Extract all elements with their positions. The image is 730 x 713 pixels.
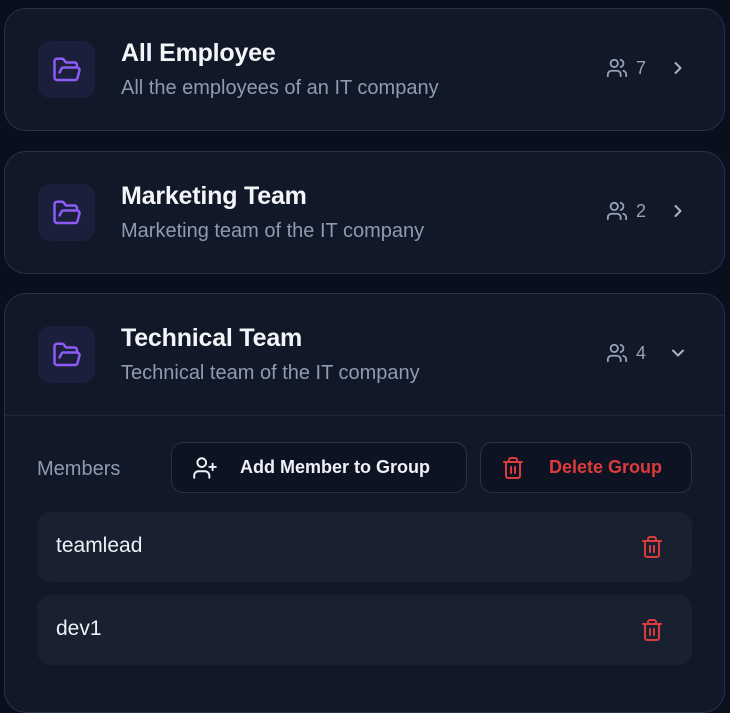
chevron-right-icon[interactable] xyxy=(668,201,688,221)
group-description: Marketing team of the IT company xyxy=(121,220,425,242)
members-label: Members xyxy=(37,458,121,480)
users-icon xyxy=(606,57,628,79)
group-card-all-employee[interactable]: All Employee All the employees of an IT … xyxy=(4,8,725,131)
users-icon xyxy=(606,342,628,364)
member-count: 7 xyxy=(606,57,646,79)
group-card-header[interactable]: Technical Team Technical team of the IT … xyxy=(5,294,724,415)
folder-open-icon xyxy=(38,41,95,98)
delete-group-button-label: Delete Group xyxy=(549,457,663,477)
chevron-down-icon[interactable] xyxy=(668,343,688,363)
users-icon xyxy=(606,200,628,222)
member-count: 2 xyxy=(606,200,646,222)
group-card-technical-team[interactable]: Technical Team Technical team of the IT … xyxy=(4,293,725,713)
add-member-button-label: Add Member to Group xyxy=(240,457,430,477)
add-member-button[interactable]: Add Member to Group xyxy=(171,442,467,493)
member-count: 4 xyxy=(606,342,646,364)
member-count-value: 4 xyxy=(635,342,646,363)
members-panel: Members Add Member to Group Delete Group… xyxy=(5,416,724,678)
trash-icon[interactable] xyxy=(640,617,664,643)
member-row: teamlead xyxy=(37,512,692,582)
user-plus-icon xyxy=(192,455,218,481)
group-card-header[interactable]: Marketing Team Marketing team of the IT … xyxy=(5,152,724,273)
trash-icon xyxy=(501,455,525,481)
trash-icon[interactable] xyxy=(640,534,664,560)
folder-open-icon xyxy=(38,326,95,383)
group-title: Technical Team xyxy=(121,324,303,352)
group-card-header[interactable]: All Employee All the employees of an IT … xyxy=(5,9,724,130)
chevron-right-icon[interactable] xyxy=(668,58,688,78)
member-row: dev1 xyxy=(37,595,692,665)
delete-group-button[interactable]: Delete Group xyxy=(480,442,692,493)
group-description: Technical team of the IT company xyxy=(121,362,420,384)
folder-open-icon xyxy=(38,184,95,241)
member-name: teamlead xyxy=(56,534,143,557)
group-title: Marketing Team xyxy=(121,182,307,210)
group-title: All Employee xyxy=(121,39,276,67)
member-count-value: 7 xyxy=(635,57,646,78)
member-count-value: 2 xyxy=(635,200,646,221)
group-description: All the employees of an IT company xyxy=(121,77,439,99)
member-name: dev1 xyxy=(56,617,102,640)
group-card-marketing-team[interactable]: Marketing Team Marketing team of the IT … xyxy=(4,151,725,274)
